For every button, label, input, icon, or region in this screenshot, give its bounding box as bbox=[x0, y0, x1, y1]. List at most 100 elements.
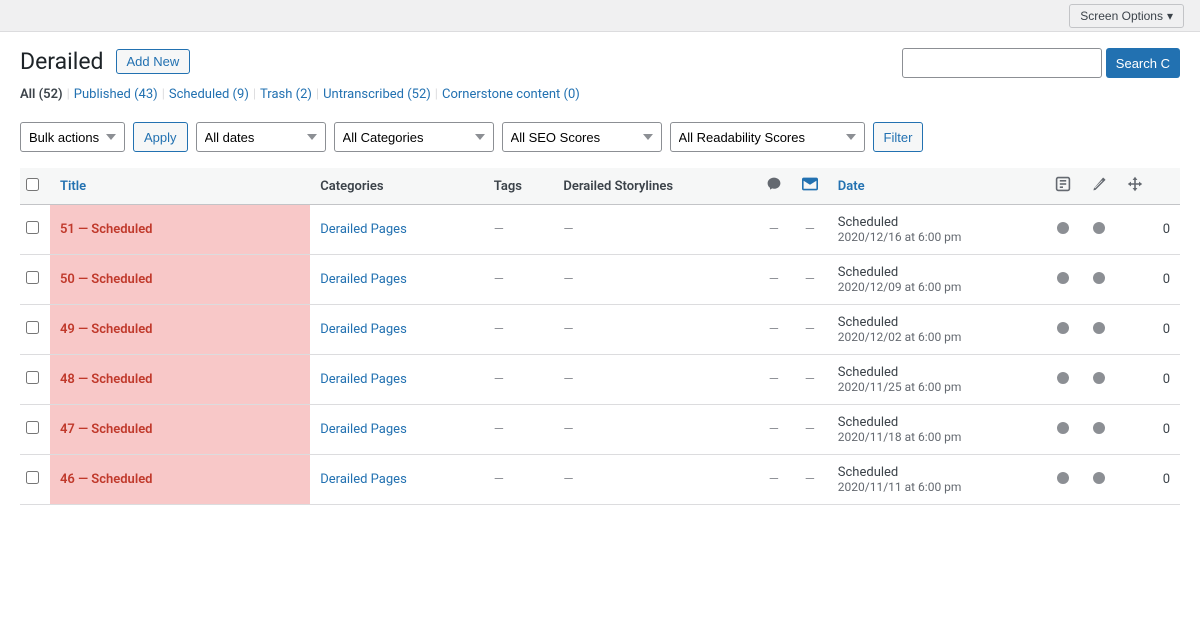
seo-dot-cell bbox=[1045, 255, 1081, 305]
table-row: 47 — Scheduled Derailed Pages — — — — Sc… bbox=[20, 405, 1180, 455]
tags-value: — bbox=[494, 372, 504, 387]
category-cell: Derailed Pages bbox=[310, 205, 484, 255]
category-cell: Derailed Pages bbox=[310, 255, 484, 305]
category-link[interactable]: Derailed Pages bbox=[320, 372, 407, 387]
storylines-value: — bbox=[563, 372, 573, 387]
edit-column-header bbox=[1081, 168, 1117, 205]
date-value: 2020/11/25 at 6:00 pm bbox=[838, 380, 1035, 394]
move-column-header bbox=[1117, 168, 1153, 205]
bulk-actions-select[interactable]: Bulk actions bbox=[20, 122, 125, 152]
seo-dot bbox=[1057, 322, 1069, 334]
count-cell: 0 bbox=[1153, 405, 1180, 455]
all-categories-select[interactable]: All Categories bbox=[334, 122, 494, 152]
move-dot-cell bbox=[1117, 205, 1153, 255]
filter-link-scheduled[interactable]: Scheduled (9) bbox=[169, 87, 249, 102]
search-input[interactable] bbox=[902, 48, 1102, 78]
seo-dot-cell bbox=[1045, 305, 1081, 355]
row-checkbox-cell bbox=[20, 255, 50, 305]
seo-dot bbox=[1057, 272, 1069, 284]
count-value: 0 bbox=[1163, 322, 1170, 337]
move-icon bbox=[1127, 176, 1143, 192]
tags-cell: — bbox=[484, 205, 554, 255]
search-button[interactable]: Search C bbox=[1106, 48, 1180, 78]
tags-column-header: Tags bbox=[484, 168, 554, 205]
comments-value: — bbox=[769, 272, 779, 287]
category-link[interactable]: Derailed Pages bbox=[320, 322, 407, 337]
date-value: 2020/12/16 at 6:00 pm bbox=[838, 230, 1035, 244]
title-cell: 46 — Scheduled bbox=[50, 455, 310, 505]
count-value: 0 bbox=[1163, 422, 1170, 437]
all-dates-select[interactable]: All dates bbox=[196, 122, 326, 152]
count-cell: 0 bbox=[1153, 455, 1180, 505]
all-readability-select[interactable]: All Readability Scores bbox=[670, 122, 865, 152]
seo-dot-cell bbox=[1045, 205, 1081, 255]
post-title: 47 — Scheduled bbox=[60, 422, 153, 437]
chat-value: — bbox=[805, 322, 815, 337]
chat-cell: — bbox=[792, 405, 828, 455]
apply-button[interactable]: Apply bbox=[133, 122, 188, 152]
category-link[interactable]: Derailed Pages bbox=[320, 472, 407, 487]
storylines-cell: — bbox=[553, 355, 755, 405]
row-checkbox[interactable] bbox=[26, 221, 39, 234]
filter-link-trash[interactable]: Trash (2) bbox=[260, 87, 312, 102]
date-status: Scheduled bbox=[838, 415, 1035, 430]
category-link[interactable]: Derailed Pages bbox=[320, 422, 407, 437]
post-title: 46 — Scheduled bbox=[60, 472, 153, 487]
edit-dot-cell bbox=[1081, 405, 1117, 455]
category-link[interactable]: Derailed Pages bbox=[320, 222, 407, 237]
storylines-cell: — bbox=[553, 255, 755, 305]
screen-options-button[interactable]: Screen Options ▾ bbox=[1069, 4, 1184, 28]
chat-cell: — bbox=[792, 255, 828, 305]
select-all-checkbox[interactable] bbox=[26, 178, 39, 191]
filter-link-untranscribed[interactable]: Untranscribed (52) bbox=[323, 87, 431, 102]
edit-dot-cell bbox=[1081, 205, 1117, 255]
comments-cell: — bbox=[756, 255, 792, 305]
row-checkbox-cell bbox=[20, 305, 50, 355]
select-all-header bbox=[20, 168, 50, 205]
storylines-value: — bbox=[563, 322, 573, 337]
filter-link-cornerstone[interactable]: Cornerstone content (0) bbox=[442, 87, 580, 102]
row-checkbox[interactable] bbox=[26, 321, 39, 334]
add-new-button[interactable]: Add New bbox=[116, 49, 191, 74]
table-row: 49 — Scheduled Derailed Pages — — — — Sc… bbox=[20, 305, 1180, 355]
filter-link-published[interactable]: Published (43) bbox=[74, 87, 158, 102]
row-checkbox[interactable] bbox=[26, 421, 39, 434]
comments-cell: — bbox=[756, 205, 792, 255]
count-value: 0 bbox=[1163, 272, 1170, 287]
tags-value: — bbox=[494, 422, 504, 437]
chat-column-header bbox=[792, 168, 828, 205]
row-checkbox[interactable] bbox=[26, 271, 39, 284]
row-checkbox-cell bbox=[20, 455, 50, 505]
chat-cell: — bbox=[792, 205, 828, 255]
all-seo-select[interactable]: All SEO Scores bbox=[502, 122, 662, 152]
edit-dot-cell bbox=[1081, 455, 1117, 505]
chat-cell: — bbox=[792, 455, 828, 505]
filter-button[interactable]: Filter bbox=[873, 122, 924, 152]
count-value: 0 bbox=[1163, 372, 1170, 387]
date-sort-link[interactable]: Date bbox=[838, 179, 865, 194]
tags-cell: — bbox=[484, 255, 554, 305]
tags-value: — bbox=[494, 472, 504, 487]
date-cell: Scheduled 2020/12/02 at 6:00 pm bbox=[828, 305, 1045, 355]
tags-cell: — bbox=[484, 455, 554, 505]
storylines-value: — bbox=[563, 422, 573, 437]
filter-link-all[interactable]: All (52) bbox=[20, 87, 63, 102]
count-cell: 0 bbox=[1153, 205, 1180, 255]
storylines-cell: — bbox=[553, 305, 755, 355]
date-cell: Scheduled 2020/12/09 at 6:00 pm bbox=[828, 255, 1045, 305]
chat-value: — bbox=[805, 422, 815, 437]
title-column-header[interactable]: Title bbox=[50, 168, 310, 205]
date-value: 2020/11/11 at 6:00 pm bbox=[838, 480, 1035, 494]
date-column-header[interactable]: Date bbox=[828, 168, 1045, 205]
date-value: 2020/12/09 at 6:00 pm bbox=[838, 280, 1035, 294]
chat-value: — bbox=[805, 472, 815, 487]
storylines-cell: — bbox=[553, 455, 755, 505]
row-checkbox[interactable] bbox=[26, 471, 39, 484]
row-checkbox-cell bbox=[20, 355, 50, 405]
table-row: 50 — Scheduled Derailed Pages — — — — Sc… bbox=[20, 255, 1180, 305]
comments-cell: — bbox=[756, 305, 792, 355]
date-cell: Scheduled 2020/11/11 at 6:00 pm bbox=[828, 455, 1045, 505]
row-checkbox[interactable] bbox=[26, 371, 39, 384]
title-sort-link[interactable]: Title bbox=[60, 179, 86, 194]
category-link[interactable]: Derailed Pages bbox=[320, 272, 407, 287]
